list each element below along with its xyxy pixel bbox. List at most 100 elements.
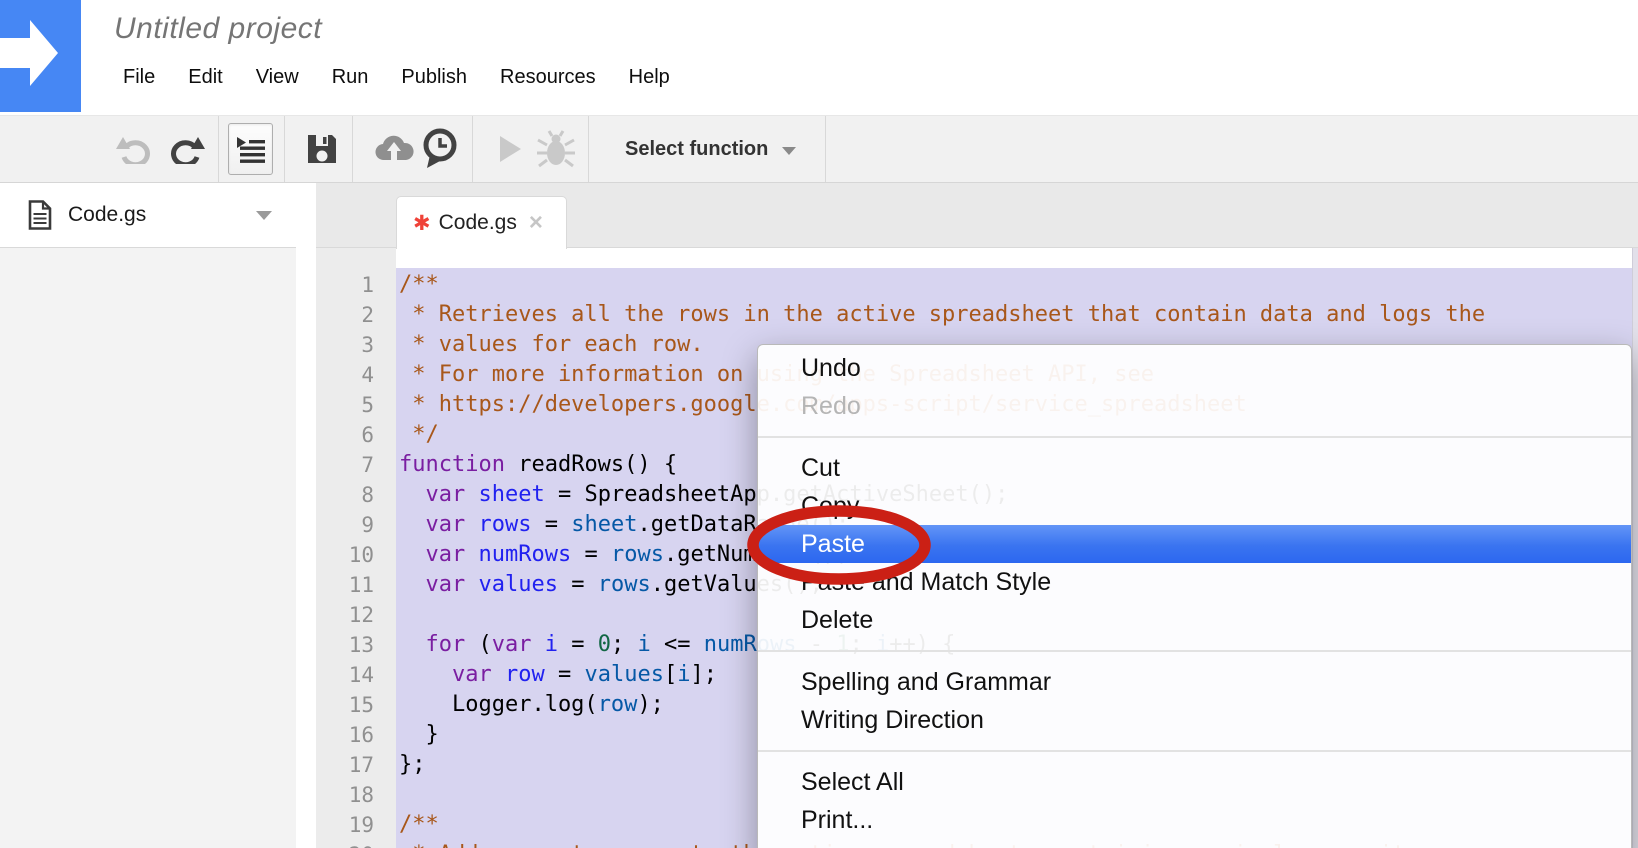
toolbar-separator <box>352 116 353 182</box>
editor-scrollbar-track[interactable] <box>1632 248 1638 848</box>
code-token: 0 <box>598 632 611 657</box>
code-token: Logger.log( <box>399 692 598 717</box>
save-icon <box>305 132 339 166</box>
code-token: var <box>426 542 466 567</box>
apps-script-logo[interactable] <box>0 0 81 112</box>
code-token: row <box>505 662 545 687</box>
file-menu-chevron-icon[interactable] <box>256 211 272 220</box>
toolbar-separator <box>825 116 826 182</box>
code-token: [ <box>664 662 677 687</box>
line-number: 12 <box>316 600 374 630</box>
code-token <box>532 632 545 657</box>
line-number: 4 <box>316 360 374 390</box>
menu-view[interactable]: View <box>256 66 299 89</box>
gutter-numbers: 1234567891011121314151617181920 <box>316 270 374 848</box>
menu-help[interactable]: Help <box>629 66 670 89</box>
code-token: ; <box>611 632 638 657</box>
code-token: * Retrieves all the rows in the active s… <box>399 302 1485 327</box>
header: Untitled project File Edit View Run Publish R… <box>0 0 1638 115</box>
code-token <box>465 572 478 597</box>
line-number: 13 <box>316 630 374 660</box>
line-number: 14 <box>316 660 374 690</box>
project-title[interactable]: Untitled project <box>114 12 322 46</box>
line-number: 2 <box>316 300 374 330</box>
indent-button[interactable] <box>228 123 273 175</box>
tab-close-icon[interactable]: × <box>529 213 543 233</box>
code-token: = <box>545 662 585 687</box>
debug-icon <box>536 129 576 169</box>
debug-button[interactable] <box>534 116 578 182</box>
code-token: rows <box>598 572 651 597</box>
code-token: values <box>479 572 558 597</box>
code-token: rows <box>479 512 532 537</box>
code-line[interactable]: /** <box>399 270 1632 300</box>
menu-publish[interactable]: Publish <box>401 66 467 89</box>
menu-item-writing-direction[interactable]: Writing Direction <box>758 701 1631 739</box>
execution-transcript-button[interactable] <box>418 116 462 182</box>
toolbar-separator <box>472 116 473 182</box>
code-line[interactable]: * Retrieves all the rows in the active s… <box>399 300 1632 330</box>
menu-run[interactable]: Run <box>332 66 369 89</box>
line-number: 20 <box>316 840 374 848</box>
code-token: var <box>452 662 492 687</box>
save-button[interactable] <box>302 116 342 182</box>
menu-item-paste-and-match-style[interactable]: Paste and Match Style <box>758 563 1631 601</box>
line-number-gutter: 1234567891011121314151617181920 <box>316 248 396 848</box>
code-token <box>399 542 426 567</box>
menu-item-undo[interactable]: Undo <box>758 349 1631 387</box>
menu-item-spelling-and-grammar[interactable]: Spelling and Grammar <box>758 663 1631 701</box>
line-number: 5 <box>316 390 374 420</box>
toolbar-separator <box>588 116 589 182</box>
code-token: i <box>638 632 651 657</box>
sidebar-resize-handle[interactable] <box>296 183 316 848</box>
toolbar-separator <box>218 116 219 182</box>
redo-button[interactable] <box>163 116 207 182</box>
redo-icon <box>165 134 205 164</box>
run-icon <box>498 135 522 163</box>
sidebar-item-code-gs[interactable]: Code.gs <box>0 183 296 248</box>
menu-separator <box>758 436 1631 438</box>
code-token: var <box>492 632 532 657</box>
menu-item-select-all[interactable]: Select All <box>758 763 1631 801</box>
code-token: ( <box>465 632 492 657</box>
code-token: numRows <box>479 542 572 567</box>
line-number: 9 <box>316 510 374 540</box>
code-token: <= <box>651 632 704 657</box>
code-token: function <box>399 452 505 477</box>
menu-item-cut[interactable]: Cut <box>758 449 1631 487</box>
line-number: 19 <box>316 810 374 840</box>
code-token: readRows() { <box>505 452 677 477</box>
run-button[interactable] <box>492 116 528 182</box>
menu-file[interactable]: File <box>123 66 155 89</box>
line-number: 1 <box>316 270 374 300</box>
tab-code-gs[interactable]: ✱ Code.gs × <box>396 196 567 249</box>
undo-icon <box>116 134 156 164</box>
deploy-button[interactable] <box>372 116 416 182</box>
code-token: = <box>531 512 571 537</box>
menu-item-print[interactable]: Print... <box>758 801 1631 839</box>
code-token: = <box>558 572 598 597</box>
menu-item-copy[interactable]: Copy <box>758 487 1631 525</box>
code-token <box>399 632 426 657</box>
undo-button[interactable] <box>114 116 158 182</box>
code-token: i <box>545 632 558 657</box>
menu-edit[interactable]: Edit <box>188 66 222 89</box>
code-token: ]; <box>690 662 717 687</box>
tab-label: Code.gs <box>439 211 517 235</box>
line-number: 10 <box>316 540 374 570</box>
code-token: for <box>426 632 466 657</box>
indent-icon <box>236 133 266 165</box>
code-token: = <box>558 632 598 657</box>
menu-resources[interactable]: Resources <box>500 66 596 89</box>
code-token: sheet <box>479 482 545 507</box>
select-function-dropdown[interactable]: Select function <box>625 116 796 182</box>
code-token <box>465 512 478 537</box>
menu-item-delete[interactable]: Delete <box>758 601 1631 639</box>
code-token <box>399 512 426 537</box>
code-token <box>399 662 452 687</box>
cloud-icon <box>373 134 415 164</box>
line-number: 16 <box>316 720 374 750</box>
menu-item-paste[interactable]: Paste <box>758 525 1631 563</box>
code-token: rows <box>611 542 664 567</box>
code-token: */ <box>399 422 439 447</box>
